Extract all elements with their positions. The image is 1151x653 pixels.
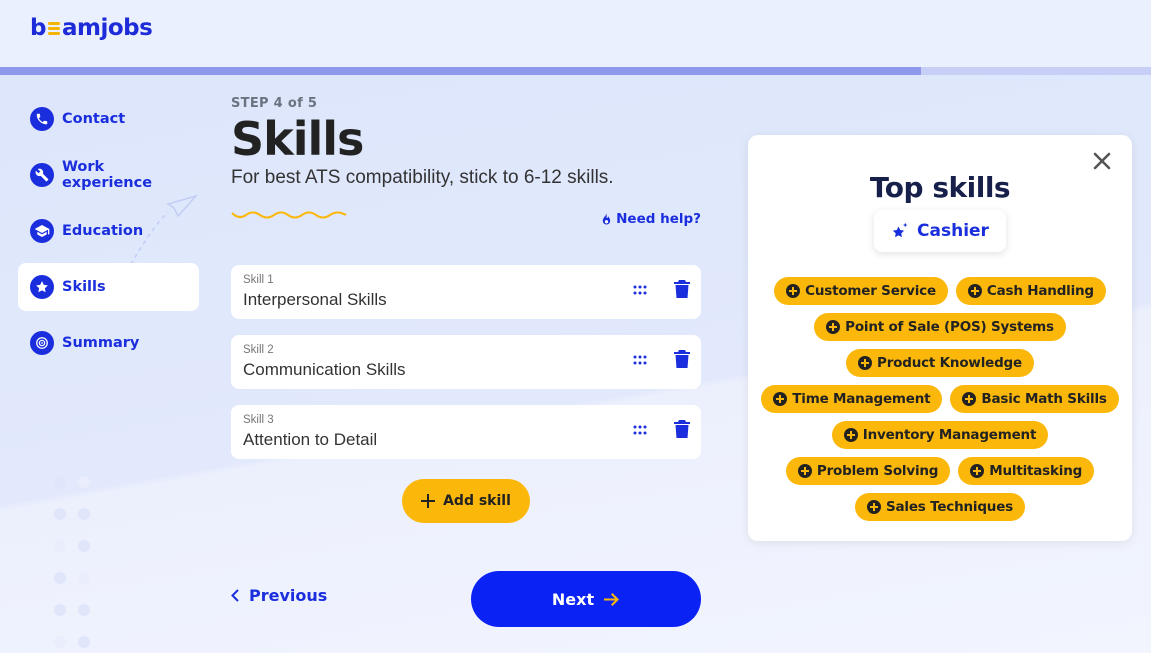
wrench-icon xyxy=(30,163,54,187)
skill-suggestion-chip[interactable]: Point of Sale (POS) Systems xyxy=(814,313,1066,341)
skill-suggestion-chip[interactable]: Problem Solving xyxy=(785,457,951,485)
plus-icon xyxy=(421,494,436,508)
plus-circle-icon xyxy=(962,392,977,406)
chip-label: Inventory Management xyxy=(862,427,1037,443)
chip-row: Product Knowledge xyxy=(748,349,1132,377)
panel-title: Top skills xyxy=(869,171,1011,204)
arrow-right-icon xyxy=(604,592,620,606)
sidebar-item-label: Education xyxy=(62,223,144,239)
skill-input[interactable]: Interpersonal Skills xyxy=(243,290,387,310)
sidebar-item-skills[interactable]: Skills xyxy=(18,263,199,311)
sidebar-item-work-experience[interactable]: Work experience xyxy=(18,151,199,199)
plus-circle-icon xyxy=(773,392,788,406)
chip-row: Inventory Management xyxy=(748,421,1132,449)
header: b amjobs xyxy=(0,0,1151,67)
graduation-cap-icon xyxy=(30,219,54,243)
skill-suggestion-chip[interactable]: Product Knowledge xyxy=(846,349,1034,377)
page-subtitle: For best ATS compatibility, stick to 6-1… xyxy=(231,167,614,189)
skill-suggestion-chip[interactable]: Time Management xyxy=(761,385,943,413)
plus-circle-icon xyxy=(797,464,812,478)
squiggle-decoration xyxy=(231,211,347,219)
chip-row: Time Management Basic Math Skills xyxy=(748,385,1132,413)
chip-label: Sales Techniques xyxy=(885,499,1014,515)
skill-suggestion-chip[interactable]: Basic Math Skills xyxy=(950,385,1119,413)
logo[interactable]: b amjobs xyxy=(30,15,153,41)
skill-input[interactable]: Communication Skills xyxy=(243,360,406,380)
step-indicator: STEP 4 of 5 xyxy=(231,96,318,111)
next-label: Next xyxy=(551,589,595,609)
flame-icon xyxy=(602,212,611,225)
sidebar-item-education[interactable]: Education xyxy=(18,207,199,255)
logo-e-mark-icon xyxy=(47,20,61,36)
skill-suggestion-chip[interactable]: Inventory Management xyxy=(831,421,1049,449)
job-title: Cashier xyxy=(917,221,989,241)
close-icon[interactable] xyxy=(1092,151,1112,171)
skill-suggestions: Customer Service Cash Handling Point of Sa… xyxy=(748,277,1132,529)
add-skill-label: Add skill xyxy=(443,493,511,509)
previous-button[interactable]: Previous xyxy=(231,586,327,605)
job-title-chip[interactable]: Cashier xyxy=(874,210,1006,252)
plus-circle-icon xyxy=(858,356,873,370)
plus-circle-icon xyxy=(826,320,841,334)
skills-list: Skill 1 Interpersonal Skills Skill 2 Com… xyxy=(231,265,701,475)
skill-card[interactable]: Skill 1 Interpersonal Skills xyxy=(231,265,701,319)
need-help-label: Need help? xyxy=(616,211,701,228)
skill-suggestion-chip[interactable]: Multitasking xyxy=(958,457,1095,485)
skill-suggestion-chip[interactable]: Cash Handling xyxy=(955,277,1106,305)
chip-label: Multitasking xyxy=(989,463,1083,479)
add-skill-button[interactable]: Add skill xyxy=(402,479,530,523)
trash-icon[interactable] xyxy=(674,350,690,368)
top-skills-panel: Top skills Cashier Customer Service Cash … xyxy=(748,135,1132,541)
progress-fill xyxy=(0,67,921,75)
sidebar-item-summary[interactable]: Summary xyxy=(18,319,199,367)
skill-input[interactable]: Attention to Detail xyxy=(243,430,377,450)
target-icon xyxy=(30,331,54,355)
sidebar: Contact Work experience Education Skills… xyxy=(18,95,199,375)
previous-label: Previous xyxy=(249,586,328,605)
chip-label: Point of Sale (POS) Systems xyxy=(845,319,1054,335)
chip-label: Problem Solving xyxy=(816,463,939,479)
chip-label: Basic Math Skills xyxy=(981,391,1107,407)
sidebar-item-label: Skills xyxy=(62,279,106,295)
plus-circle-icon xyxy=(866,500,881,514)
skill-suggestion-chip[interactable]: Customer Service xyxy=(774,277,948,305)
chip-row: Customer Service Cash Handling xyxy=(748,277,1132,305)
star-icon xyxy=(30,275,54,299)
chip-label: Customer Service xyxy=(805,283,936,299)
skill-label: Skill 2 xyxy=(243,344,274,356)
plus-circle-icon xyxy=(970,464,985,478)
main-content: STEP 4 of 5 Skills For best ATS compatib… xyxy=(231,96,701,627)
chip-row: Sales Techniques xyxy=(748,493,1132,521)
chip-row: Problem Solving Multitasking xyxy=(748,457,1132,485)
next-button[interactable]: Next xyxy=(471,571,701,627)
sidebar-item-contact[interactable]: Contact xyxy=(18,95,199,143)
plus-circle-icon xyxy=(843,428,858,442)
chip-label: Cash Handling xyxy=(986,283,1094,299)
sparkle-star-icon xyxy=(892,222,908,238)
help-row: Need help? xyxy=(231,199,701,239)
phone-icon xyxy=(30,107,54,131)
plus-circle-icon xyxy=(786,284,801,298)
chip-label: Product Knowledge xyxy=(877,355,1022,371)
drag-handle-icon[interactable] xyxy=(633,284,647,296)
sidebar-item-label: Work experience xyxy=(61,159,153,191)
chip-label: Time Management xyxy=(792,391,931,407)
skill-label: Skill 1 xyxy=(243,274,274,286)
need-help-link[interactable]: Need help? xyxy=(601,211,701,227)
trash-icon[interactable] xyxy=(674,420,690,438)
skill-suggestion-chip[interactable]: Sales Techniques xyxy=(854,493,1026,521)
sidebar-item-label: Summary xyxy=(62,335,140,351)
sidebar-item-label: Contact xyxy=(62,111,126,127)
skill-card[interactable]: Skill 3 Attention to Detail xyxy=(231,405,701,459)
plus-circle-icon xyxy=(967,284,982,298)
chip-row: Point of Sale (POS) Systems xyxy=(748,313,1132,341)
page-title: Skills xyxy=(231,112,364,166)
drag-handle-icon[interactable] xyxy=(633,424,647,436)
drag-handle-icon[interactable] xyxy=(633,354,647,366)
skill-label: Skill 3 xyxy=(243,414,274,426)
skill-card[interactable]: Skill 2 Communication Skills xyxy=(231,335,701,389)
trash-icon[interactable] xyxy=(674,280,690,298)
chevron-left-icon xyxy=(231,589,239,602)
